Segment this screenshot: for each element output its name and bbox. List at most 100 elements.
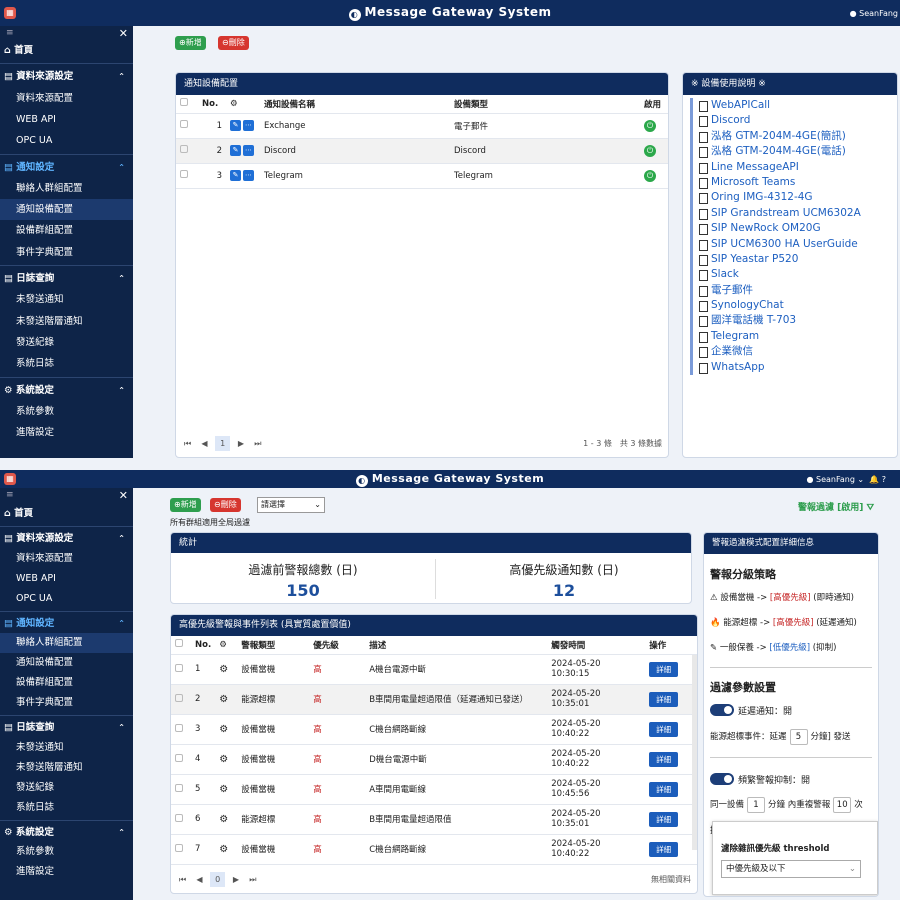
first-page-icon[interactable]: ⏮ xyxy=(179,875,186,884)
row-checkbox[interactable] xyxy=(175,693,183,702)
group-select[interactable]: 請選擇 ⌄ xyxy=(257,497,325,513)
more-icon[interactable]: ⋯ xyxy=(243,145,254,156)
gear-icon[interactable]: ⚙ xyxy=(219,664,228,675)
row-checkbox[interactable] xyxy=(175,843,183,852)
sidebar-item[interactable]: 資料來源配置 xyxy=(0,549,133,569)
doc-link[interactable]: SIP NewRock OM20G xyxy=(699,221,861,236)
more-icon[interactable]: ⋯ xyxy=(243,120,254,131)
delete-button[interactable]: ⊖刪除 xyxy=(218,36,249,50)
doc-link[interactable]: SIP Yeastar P520 xyxy=(699,252,861,267)
table-row[interactable]: 7 ⚙ 設備當機高 C機台網路斷線 2024-05-20 10:40:22 詳細 xyxy=(171,834,697,865)
last-page-icon[interactable]: ⏭ xyxy=(254,439,261,448)
select-all-checkbox[interactable] xyxy=(175,639,183,648)
sidebar-item[interactable]: 未發送階層通知 xyxy=(0,311,133,332)
detail-button[interactable]: 詳細 xyxy=(649,691,679,707)
doc-link[interactable]: Discord xyxy=(699,113,861,128)
select-all-checkbox[interactable] xyxy=(180,98,188,107)
detail-button[interactable]: 詳細 xyxy=(649,811,679,827)
gear-icon[interactable]: ⚙ xyxy=(219,724,228,735)
sidebar-item[interactable]: 未發送階層通知 xyxy=(0,758,133,778)
row-checkbox[interactable] xyxy=(175,813,183,822)
row-checkbox[interactable] xyxy=(180,145,188,153)
power-icon[interactable]: ⏻ xyxy=(644,119,656,132)
delay-minutes-input[interactable]: 5 xyxy=(789,729,808,745)
sidebar-item[interactable]: 未發送通知 xyxy=(0,289,133,310)
doc-link[interactable]: Oring IMG-4312-4G xyxy=(699,190,861,205)
sidebar-item[interactable]: WEB API xyxy=(0,109,133,130)
user-menu[interactable]: ● SeanFang ⌄ 🔔 ? xyxy=(806,475,886,484)
sidebar-item[interactable]: 進階設定 xyxy=(0,862,133,882)
edit-icon[interactable]: ✎ xyxy=(230,145,241,156)
sidebar-item[interactable]: ▤ 通知設定 ⌃ xyxy=(0,614,133,634)
detail-button[interactable]: 詳細 xyxy=(649,751,679,767)
sidebar-item[interactable]: 通知設備配置 xyxy=(0,653,133,673)
close-icon[interactable]: ✕ xyxy=(119,489,128,502)
doc-link[interactable]: 泓格 GTM-204M-4GE(電話) xyxy=(699,144,861,159)
doc-link[interactable]: SIP Grandstream UCM6302A xyxy=(699,206,861,221)
suppress-minutes-input[interactable]: 1 xyxy=(747,797,766,813)
gear-icon[interactable]: ⚙ xyxy=(219,694,228,705)
row-checkbox[interactable] xyxy=(175,753,183,762)
suppress-toggle[interactable] xyxy=(710,773,734,785)
sidebar-item[interactable]: 通知設備配置 xyxy=(0,199,133,221)
detail-button[interactable]: 詳細 xyxy=(649,721,679,737)
delete-button[interactable]: ⊖刪除 xyxy=(210,498,241,512)
page-number[interactable]: 0 xyxy=(210,872,226,887)
user-menu[interactable]: ● SeanFang xyxy=(850,9,898,18)
sidebar-item[interactable]: OPC UA xyxy=(0,589,133,609)
sidebar-item[interactable]: 發送紀錄 xyxy=(0,778,133,798)
table-row[interactable]: 1 ⚙ 設備當機高 A機台電源中斷 2024-05-20 10:30:15 詳細 xyxy=(171,654,697,685)
sidebar-item[interactable]: 設備群組配置 xyxy=(0,673,133,693)
help-icon[interactable]: ? xyxy=(882,475,886,484)
delay-toggle[interactable] xyxy=(710,704,734,716)
doc-link[interactable]: Telegram xyxy=(699,329,861,344)
doc-link[interactable]: Line MessageAPI xyxy=(699,160,861,175)
doc-link[interactable]: 企業微信 xyxy=(699,344,861,359)
table-row[interactable]: 2 ✎ ⋯ Discord Discord ⏻ xyxy=(176,138,668,164)
sidebar-item[interactable]: 聯絡人群組配置 xyxy=(0,178,133,199)
sidebar-item[interactable]: ▤ 日誌查詢 ⌃ xyxy=(0,268,133,289)
doc-link[interactable]: Slack xyxy=(699,267,861,282)
doc-link[interactable]: Microsoft Teams xyxy=(699,175,861,190)
gear-icon[interactable]: ⚙ xyxy=(219,844,228,855)
edit-icon[interactable]: ✎ xyxy=(230,120,241,131)
table-row[interactable]: 6 ⚙ 能源超標高 B車間用電量超過限值 2024-05-20 10:35:01 詳細 xyxy=(171,804,697,835)
filter-status[interactable]: 警報過濾 [啟用] ⛛ xyxy=(798,500,874,513)
more-icon[interactable]: ⋯ xyxy=(243,170,254,181)
detail-button[interactable]: 詳細 xyxy=(649,781,679,797)
detail-button[interactable]: 詳細 xyxy=(649,841,679,857)
sidebar-item[interactable]: 發送紀錄 xyxy=(0,332,133,353)
sidebar-item[interactable]: ⚙ 系統設定 ⌃ xyxy=(0,823,133,843)
sidebar-item[interactable]: ⚙ 系統設定 ⌃ xyxy=(0,380,133,401)
table-scrollbar[interactable] xyxy=(692,655,697,850)
last-page-icon[interactable]: ⏭ xyxy=(249,875,256,884)
doc-link[interactable]: 國洋電話機 T-703 xyxy=(699,313,861,328)
sidebar-item[interactable]: ▤ 通知設定 ⌃ xyxy=(0,157,133,178)
sidebar-item[interactable]: ⌂ 首頁 xyxy=(0,40,133,61)
sidebar-item[interactable]: 資料來源配置 xyxy=(0,88,133,109)
table-row[interactable]: 4 ⚙ 設備當機高 D機台電源中斷 2024-05-20 10:40:22 詳細 xyxy=(171,744,697,775)
bell-icon[interactable]: 🔔 xyxy=(869,475,879,484)
sidebar-item[interactable]: 系統日誌 xyxy=(0,798,133,818)
gear-icon[interactable]: ⚙ xyxy=(219,784,228,795)
close-icon[interactable]: ✕ xyxy=(119,27,128,40)
sidebar-item[interactable]: 事件字典配置 xyxy=(0,242,133,263)
menu-icon[interactable]: ≡ xyxy=(6,28,14,38)
prev-page-icon[interactable]: ◀ xyxy=(196,875,202,884)
row-checkbox[interactable] xyxy=(175,783,183,792)
edit-icon[interactable]: ✎ xyxy=(230,170,241,181)
menu-icon[interactable]: ≡ xyxy=(6,490,14,500)
sidebar-item[interactable]: 未發送通知 xyxy=(0,738,133,758)
next-page-icon[interactable]: ▶ xyxy=(238,439,244,448)
doc-link[interactable]: SynologyChat xyxy=(699,298,861,313)
row-checkbox[interactable] xyxy=(175,663,183,672)
row-checkbox[interactable] xyxy=(180,170,188,178)
doc-link[interactable]: WhatsApp xyxy=(699,360,861,375)
sidebar-item[interactable]: ⌂ 首頁 xyxy=(0,504,133,524)
power-icon[interactable]: ⏻ xyxy=(644,144,656,157)
table-row[interactable]: 5 ⚙ 設備當機高 A車間用電斷線 2024-05-20 10:45:56 詳細 xyxy=(171,774,697,805)
table-row[interactable]: 2 ⚙ 能源超標高 B車間用電量超過限值（延遲通知已發送） 2024-05-20 10:… xyxy=(171,684,697,715)
sidebar-item[interactable]: ▤ 日誌查詢 ⌃ xyxy=(0,718,133,738)
table-row[interactable]: 1 ✎ ⋯ Exchange 電子郵件 ⏻ xyxy=(176,113,668,139)
doc-link[interactable]: WebAPICall xyxy=(699,98,861,113)
